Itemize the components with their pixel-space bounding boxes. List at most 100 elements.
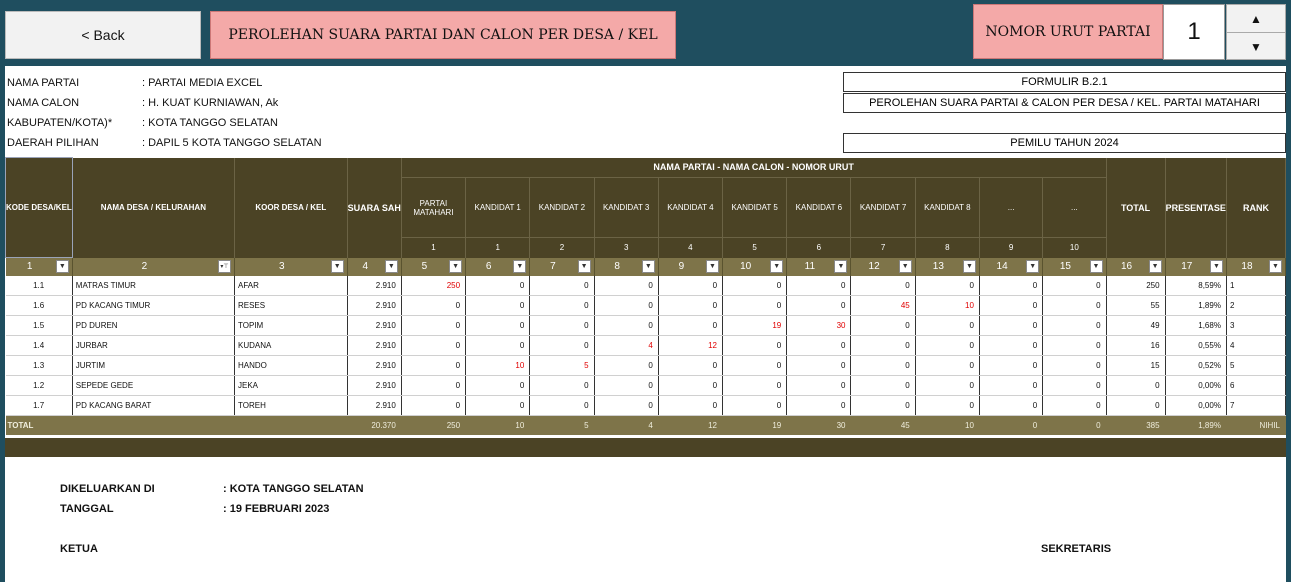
vote-cell[interactable]: 0 — [401, 355, 467, 376]
desa-cell[interactable]: PD KACANG TIMUR — [72, 295, 235, 316]
total-cell[interactable]: 16 — [1106, 335, 1166, 356]
vote-cell[interactable]: 0 — [979, 335, 1044, 356]
vote-cell[interactable]: 0 — [658, 375, 724, 396]
dropdown-icon[interactable]: ▼ — [577, 259, 591, 273]
vote-cell[interactable]: 250 — [401, 276, 467, 296]
vote-cell[interactable]: 0 — [401, 395, 467, 416]
vote-cell[interactable]: 0 — [915, 276, 980, 296]
dropdown-icon[interactable]: ▼ — [770, 259, 784, 273]
rank-cell[interactable]: 1 — [1226, 276, 1287, 296]
dropdown-icon[interactable]: ▼ — [706, 259, 720, 273]
dropdown-icon[interactable]: ▼ — [1209, 259, 1223, 273]
dropdown-icon[interactable]: ▼ — [962, 259, 976, 273]
suara-cell[interactable]: 2.910 — [347, 315, 402, 336]
vote-cell[interactable]: 0 — [658, 295, 724, 316]
koor-cell[interactable]: HANDO — [234, 355, 348, 376]
vote-cell[interactable]: 10 — [465, 355, 531, 376]
vote-cell[interactable]: 19 — [722, 315, 788, 336]
rank-cell[interactable]: 4 — [1226, 335, 1287, 356]
kode-cell[interactable]: 1.1 — [5, 276, 73, 296]
vote-cell[interactable]: 0 — [594, 375, 659, 396]
pct-cell[interactable]: 1,89% — [1165, 295, 1227, 316]
vote-cell[interactable]: 5 — [529, 355, 595, 376]
dropdown-icon[interactable]: ▼ — [834, 259, 848, 273]
vote-cell[interactable]: 0 — [658, 276, 724, 296]
vote-cell[interactable]: 0 — [465, 315, 531, 336]
vote-cell[interactable]: 30 — [786, 315, 852, 336]
vote-cell[interactable]: 0 — [722, 375, 788, 396]
vote-cell[interactable]: 0 — [786, 295, 852, 316]
koor-cell[interactable]: TOPIM — [234, 315, 348, 336]
koor-cell[interactable]: AFAR — [234, 276, 348, 296]
rank-cell[interactable]: 2 — [1226, 295, 1287, 316]
vote-cell[interactable]: 0 — [465, 395, 531, 416]
vote-cell[interactable]: 0 — [1042, 315, 1107, 336]
desa-cell[interactable]: SEPEDE GEDE — [72, 375, 235, 396]
desa-cell[interactable]: PD KACANG BARAT — [72, 395, 235, 416]
vote-cell[interactable]: 0 — [979, 355, 1044, 376]
vote-cell[interactable]: 0 — [915, 315, 980, 336]
kode-cell[interactable]: 1.2 — [5, 375, 73, 396]
vote-cell[interactable]: 0 — [465, 375, 531, 396]
kode-cell[interactable]: 1.7 — [5, 395, 73, 416]
vote-cell[interactable]: 45 — [850, 295, 916, 316]
dropdown-icon[interactable]: ▼ — [898, 259, 912, 273]
koor-cell[interactable]: RESES — [234, 295, 348, 316]
vote-cell[interactable]: 0 — [979, 395, 1044, 416]
vote-cell[interactable]: 0 — [658, 355, 724, 376]
total-cell[interactable]: 15 — [1106, 355, 1166, 376]
vote-cell[interactable]: 0 — [979, 295, 1044, 316]
vote-cell[interactable]: 0 — [722, 276, 788, 296]
kode-cell[interactable]: 1.4 — [5, 335, 73, 356]
total-cell[interactable]: 55 — [1106, 295, 1166, 316]
vote-cell[interactable]: 0 — [401, 375, 467, 396]
suara-cell[interactable]: 2.910 — [347, 395, 402, 416]
pct-cell[interactable]: 8,59% — [1165, 276, 1227, 296]
vote-cell[interactable]: 0 — [786, 375, 852, 396]
vote-cell[interactable]: 0 — [850, 395, 916, 416]
vote-cell[interactable]: 12 — [658, 335, 724, 356]
vote-cell[interactable]: 0 — [401, 315, 467, 336]
desa-cell[interactable]: JURBAR — [72, 335, 235, 356]
vote-cell[interactable]: 0 — [1042, 276, 1107, 296]
vote-cell[interactable]: 0 — [850, 335, 916, 356]
pct-cell[interactable]: 0,52% — [1165, 355, 1227, 376]
vote-cell[interactable]: 0 — [1042, 355, 1107, 376]
dropdown-icon[interactable]: ▼ — [384, 259, 398, 273]
filter-active-icon[interactable]: ▾⊤ — [217, 259, 231, 273]
dropdown-icon[interactable]: ▼ — [1026, 259, 1040, 273]
back-button[interactable]: < Back — [5, 11, 201, 59]
vote-cell[interactable]: 0 — [529, 375, 595, 396]
kode-cell[interactable]: 1.5 — [5, 315, 73, 336]
total-cell[interactable]: 250 — [1106, 276, 1166, 296]
vote-cell[interactable]: 0 — [401, 335, 467, 356]
desa-cell[interactable]: MATRAS TIMUR — [72, 276, 235, 296]
koor-cell[interactable]: KUDANA — [234, 335, 348, 356]
vote-cell[interactable]: 0 — [722, 395, 788, 416]
dropdown-icon[interactable]: ▼ — [55, 260, 69, 273]
vote-cell[interactable]: 0 — [979, 276, 1044, 296]
vote-cell[interactable]: 0 — [594, 295, 659, 316]
vote-cell[interactable]: 0 — [594, 276, 659, 296]
suara-cell[interactable]: 2.910 — [347, 355, 402, 376]
suara-cell[interactable]: 2.910 — [347, 295, 402, 316]
nomor-spinner[interactable]: ▲ ▼ — [1226, 4, 1286, 60]
total-cell[interactable]: 49 — [1106, 315, 1166, 336]
koor-cell[interactable]: JEKA — [234, 375, 348, 396]
rank-cell[interactable]: 6 — [1226, 375, 1287, 396]
vote-cell[interactable]: 0 — [915, 335, 980, 356]
vote-cell[interactable]: 0 — [915, 395, 980, 416]
vote-cell[interactable]: 0 — [786, 395, 852, 416]
vote-cell[interactable]: 0 — [979, 375, 1044, 396]
pct-cell[interactable]: 0,55% — [1165, 335, 1227, 356]
dropdown-icon[interactable]: ▼ — [513, 259, 527, 273]
rank-cell[interactable]: 5 — [1226, 355, 1287, 376]
pct-cell[interactable]: 0,00% — [1165, 395, 1227, 416]
dropdown-icon[interactable]: ▼ — [1269, 259, 1282, 273]
vote-cell[interactable]: 0 — [850, 315, 916, 336]
vote-cell[interactable]: 0 — [401, 295, 467, 316]
vote-cell[interactable]: 0 — [658, 395, 724, 416]
vote-cell[interactable]: 0 — [594, 315, 659, 336]
suara-cell[interactable]: 2.910 — [347, 335, 402, 356]
rank-cell[interactable]: 3 — [1226, 315, 1287, 336]
